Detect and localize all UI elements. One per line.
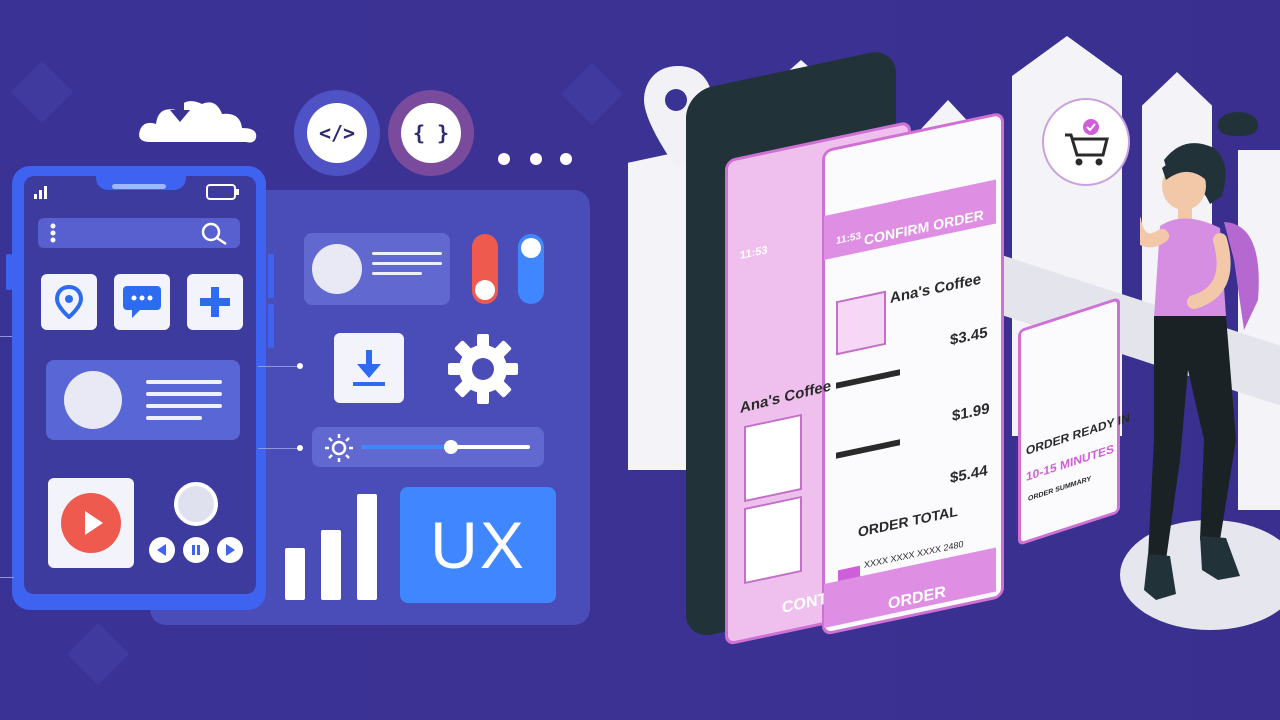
text-line bbox=[146, 416, 202, 420]
pause-icon[interactable] bbox=[182, 536, 210, 568]
braces-icon-badge[interactable]: { } bbox=[388, 90, 474, 176]
more-dots-icon[interactable] bbox=[530, 153, 542, 165]
connector-line bbox=[0, 577, 14, 578]
chart-bar bbox=[357, 494, 377, 600]
location-tile[interactable] bbox=[41, 274, 97, 330]
building bbox=[628, 150, 688, 470]
location-pin-icon bbox=[55, 285, 83, 319]
more-dots-icon[interactable] bbox=[498, 153, 510, 165]
battery-icon bbox=[206, 184, 240, 204]
code-icon: </> bbox=[307, 103, 367, 163]
shopping-cart-icon bbox=[1065, 119, 1109, 166]
add-tile[interactable] bbox=[187, 274, 243, 330]
phone-side-button bbox=[268, 304, 274, 348]
forward-icon[interactable] bbox=[216, 536, 244, 568]
connector-line bbox=[258, 448, 300, 449]
woman-illustration bbox=[1106, 140, 1280, 634]
chart-bar bbox=[285, 548, 305, 600]
avatar bbox=[312, 244, 362, 294]
text-line bbox=[372, 252, 442, 255]
slider-fill bbox=[362, 445, 450, 449]
text-line bbox=[372, 272, 422, 275]
search-icon[interactable] bbox=[200, 222, 228, 250]
text-line bbox=[146, 380, 222, 384]
connector-dot bbox=[297, 363, 303, 369]
street-lamp bbox=[1218, 112, 1258, 136]
text-line bbox=[146, 392, 222, 396]
signal-icon bbox=[34, 184, 50, 203]
sun-icon bbox=[324, 433, 354, 467]
toggle-knob bbox=[521, 238, 541, 258]
connector-line bbox=[0, 336, 12, 337]
phone-speaker bbox=[112, 184, 166, 189]
cart-bubble bbox=[1042, 98, 1130, 186]
chart-bar bbox=[321, 530, 341, 600]
plus-icon bbox=[200, 287, 230, 317]
slider-thumb[interactable] bbox=[444, 440, 458, 454]
ux-tile[interactable]: UX bbox=[400, 487, 556, 603]
gear-icon[interactable] bbox=[446, 332, 520, 410]
avatar bbox=[64, 371, 122, 429]
chat-icon bbox=[123, 286, 161, 318]
toggle-switch-on[interactable] bbox=[518, 234, 544, 304]
text-line bbox=[372, 262, 442, 265]
download-tile[interactable] bbox=[334, 333, 404, 403]
connector-line bbox=[258, 366, 300, 367]
cloud-download-icon bbox=[136, 92, 262, 148]
play-icon bbox=[61, 493, 121, 553]
menu-dots-icon[interactable] bbox=[50, 223, 56, 247]
product-thumbnail bbox=[744, 413, 802, 503]
download-icon bbox=[353, 350, 385, 386]
rewind-icon[interactable] bbox=[148, 536, 176, 568]
product-thumbnail bbox=[744, 495, 802, 585]
connector-dot bbox=[297, 445, 303, 451]
text-line bbox=[146, 404, 222, 408]
chat-tile[interactable] bbox=[114, 274, 170, 330]
toggle-switch-off[interactable] bbox=[472, 234, 498, 304]
ux-label: UX bbox=[430, 508, 526, 582]
shop-icon bbox=[836, 290, 886, 356]
code-icon-badge[interactable]: </> bbox=[294, 90, 380, 176]
more-dots-icon[interactable] bbox=[560, 153, 572, 165]
braces-icon: { } bbox=[401, 103, 461, 163]
phone-side-button bbox=[268, 254, 274, 298]
volume-knob[interactable] bbox=[174, 482, 218, 526]
toggle-knob bbox=[475, 280, 495, 300]
video-tile[interactable] bbox=[48, 478, 134, 568]
